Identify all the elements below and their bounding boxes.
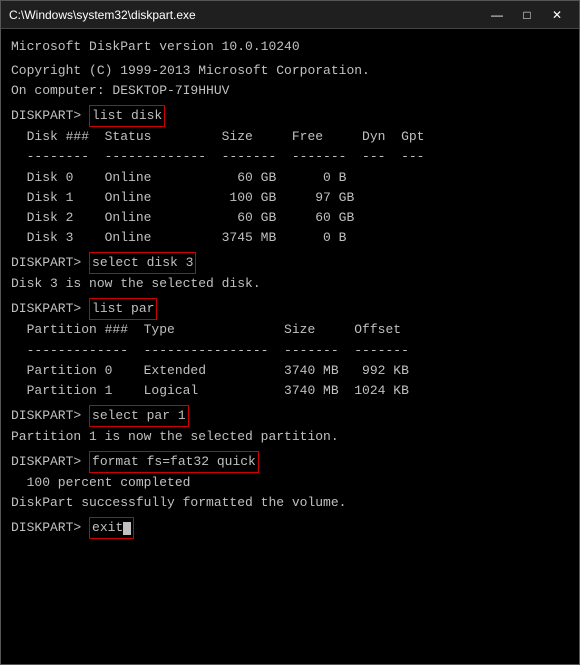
title-bar: C:\Windows\system32\diskpart.exe — □ ✕	[1, 1, 579, 29]
maximize-button[interactable]: □	[513, 5, 541, 25]
disk-row-3: Disk 3 Online 3745 MB 0 B	[11, 228, 569, 248]
cmd1-command: list disk	[89, 105, 165, 127]
copyright-text: Copyright (C) 1999-2013 Microsoft Corpor…	[11, 61, 370, 81]
par-table-header: Partition ### Type Size Offset	[11, 320, 401, 340]
prompt-1: DISKPART>	[11, 106, 89, 126]
disk-row-0: Disk 0 Online 60 GB 0 B	[11, 168, 569, 188]
prompt-2: DISKPART>	[11, 253, 89, 273]
disk-row-3-text: Disk 3 Online 3745 MB 0 B	[11, 228, 346, 248]
format-success: DiskPart successfully formatted the volu…	[11, 493, 569, 513]
console-output: Microsoft DiskPart version 10.0.10240 Co…	[1, 29, 579, 664]
select-disk-result: Disk 3 is now the selected disk.	[11, 274, 569, 294]
disk-row-1-text: Disk 1 Online 100 GB 97 GB	[11, 188, 354, 208]
disk-table-header: Disk ### Status Size Free Dyn Gpt	[11, 127, 424, 147]
cmd3-command: list par	[89, 298, 157, 320]
cmd6-line: DISKPART> exit	[11, 517, 569, 539]
cmd2-line: DISKPART> select disk 3	[11, 252, 569, 274]
disk-header: Disk ### Status Size Free Dyn Gpt	[11, 127, 569, 147]
cmd2-command: select disk 3	[89, 252, 196, 274]
select-disk-text: Disk 3 is now the selected disk.	[11, 274, 261, 294]
close-button[interactable]: ✕	[543, 5, 571, 25]
copyright-line: Copyright (C) 1999-2013 Microsoft Corpor…	[11, 61, 569, 81]
prompt-3: DISKPART>	[11, 299, 89, 319]
window-title: C:\Windows\system32\diskpart.exe	[9, 8, 196, 22]
select-par-result: Partition 1 is now the selected partitio…	[11, 427, 569, 447]
disk-row-1: Disk 1 Online 100 GB 97 GB	[11, 188, 569, 208]
cmd1-line: DISKPART> list disk	[11, 105, 569, 127]
disk-sep: -------- ------------- ------- ------- -…	[11, 147, 569, 167]
par-row-1-text: Partition 1 Logical 3740 MB 1024 KB	[11, 381, 409, 401]
computer-line: On computer: DESKTOP-7I9HHUV	[11, 81, 569, 101]
cmd3-line: DISKPART> list par	[11, 298, 569, 320]
computer-text: On computer: DESKTOP-7I9HHUV	[11, 81, 229, 101]
format-result: 100 percent completed	[11, 473, 569, 493]
prompt-5: DISKPART>	[11, 452, 89, 472]
disk-table-sep: -------- ------------- ------- ------- -…	[11, 147, 424, 167]
select-par-text: Partition 1 is now the selected partitio…	[11, 427, 339, 447]
par-row-0-text: Partition 0 Extended 3740 MB 992 KB	[11, 361, 409, 381]
cmd4-line: DISKPART> select par 1	[11, 405, 569, 427]
par-row-0: Partition 0 Extended 3740 MB 992 KB	[11, 361, 569, 381]
minimize-button[interactable]: —	[483, 5, 511, 25]
cmd5-command: format fs=fat32 quick	[89, 451, 259, 473]
format-result-text: 100 percent completed	[11, 473, 190, 493]
prompt-6: DISKPART>	[11, 518, 89, 538]
cmd5-line: DISKPART> format fs=fat32 quick	[11, 451, 569, 473]
version-text: Microsoft DiskPart version 10.0.10240	[11, 37, 300, 57]
cursor	[123, 522, 131, 535]
par-table-sep: ------------- ---------------- ------- -…	[11, 341, 409, 361]
version-line: Microsoft DiskPart version 10.0.10240	[11, 37, 569, 57]
prompt-4: DISKPART>	[11, 406, 89, 426]
par-row-1: Partition 1 Logical 3740 MB 1024 KB	[11, 381, 569, 401]
cmd4-command: select par 1	[89, 405, 189, 427]
disk-row-2: Disk 2 Online 60 GB 60 GB	[11, 208, 569, 228]
window-controls: — □ ✕	[483, 5, 571, 25]
par-header: Partition ### Type Size Offset	[11, 320, 569, 340]
cmd-window: C:\Windows\system32\diskpart.exe — □ ✕ M…	[0, 0, 580, 665]
disk-row-0-text: Disk 0 Online 60 GB 0 B	[11, 168, 346, 188]
disk-row-2-text: Disk 2 Online 60 GB 60 GB	[11, 208, 354, 228]
cmd6-command: exit	[89, 517, 134, 539]
par-sep: ------------- ---------------- ------- -…	[11, 341, 569, 361]
format-success-text: DiskPart successfully formatted the volu…	[11, 493, 346, 513]
